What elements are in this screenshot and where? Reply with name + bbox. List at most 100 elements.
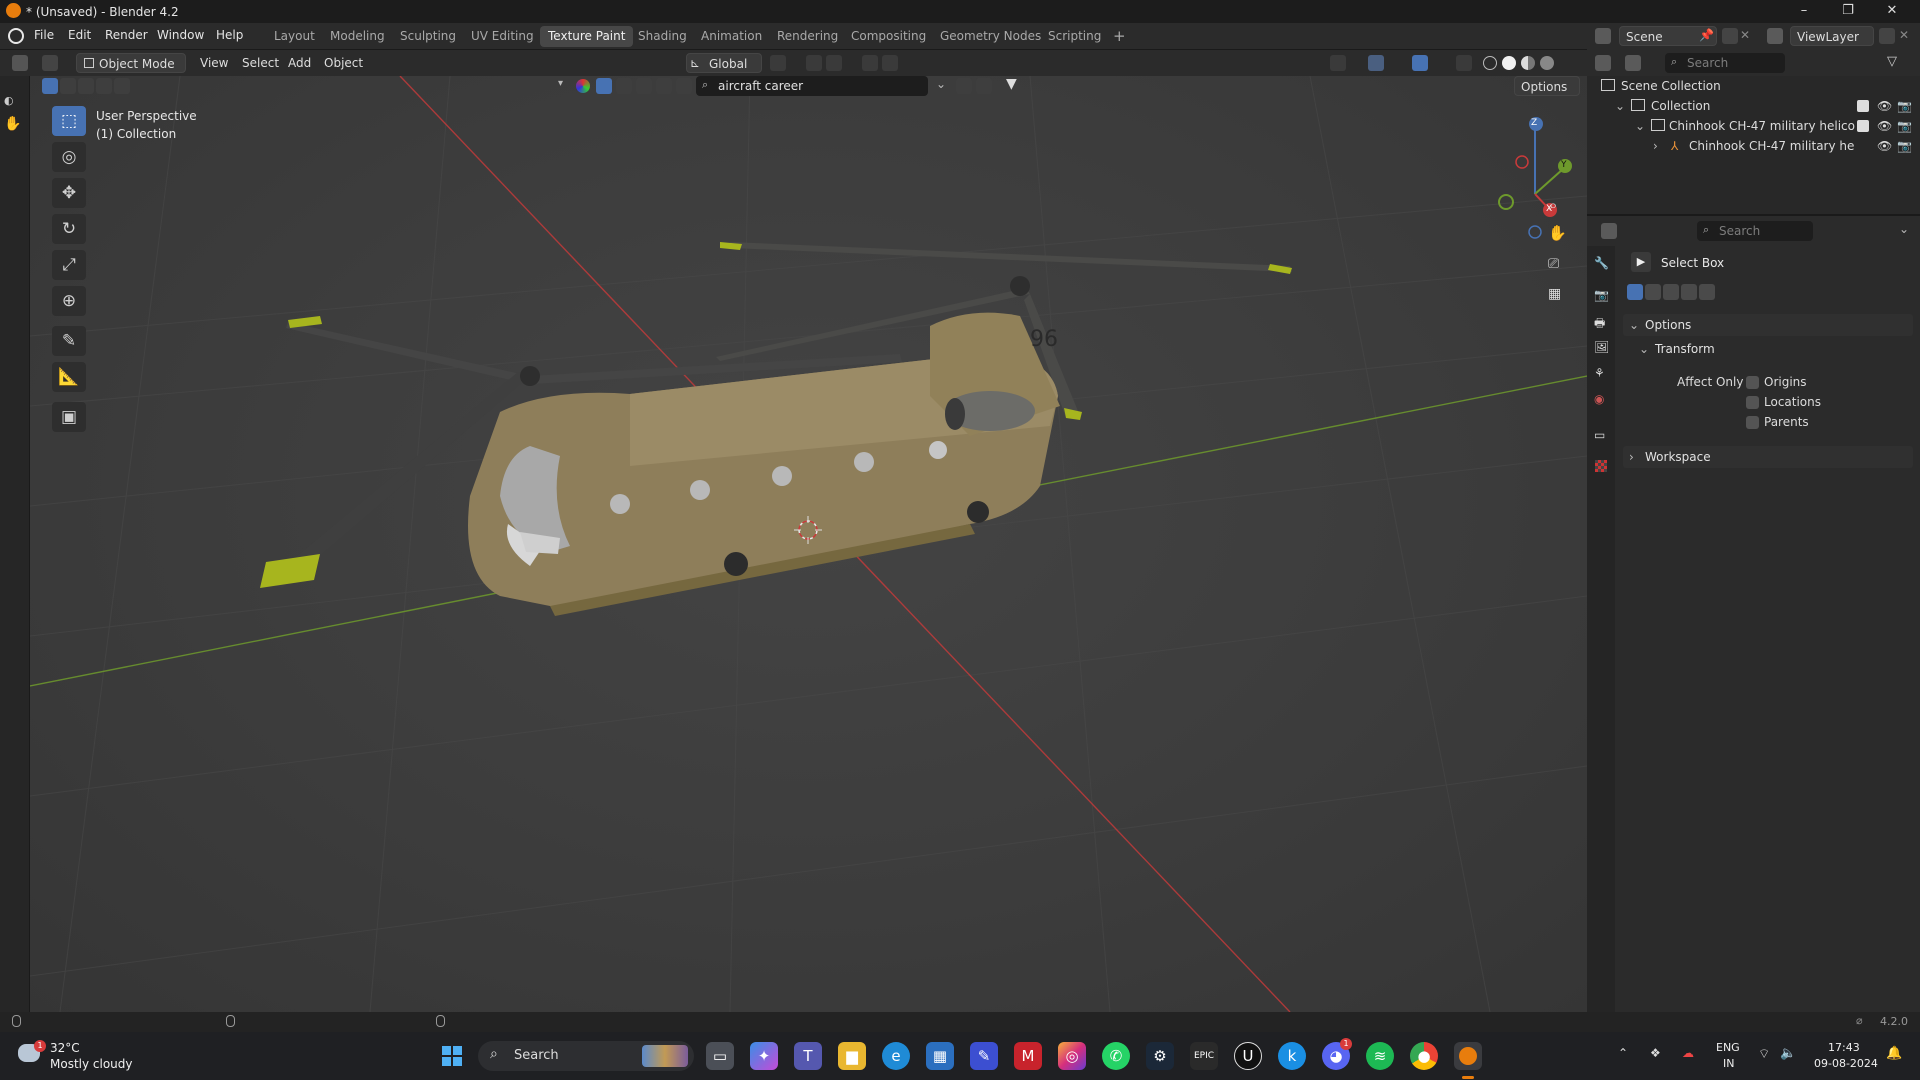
viewlayer-selector[interactable]: ViewLayer [1790,26,1874,46]
select-mode-extend-icon[interactable] [60,78,76,94]
gizmo-toggle-icon[interactable] [1368,55,1384,71]
navigation-gizmo[interactable] [1498,117,1572,239]
snap-icon[interactable] [806,55,822,71]
outliner-row-helicopter-object[interactable]: › ⅄ Chinhook CH-47 military heli [1587,136,1855,156]
tray-chevron-icon[interactable]: ⌃ [1618,1046,1628,1060]
tab-layout[interactable]: Layout [266,26,323,47]
rotate-tool-icon[interactable]: ↻ [52,214,86,244]
filter-type-empty-icon[interactable] [676,78,692,94]
tab-rendering[interactable]: Rendering [769,26,846,47]
tab-shading[interactable]: Shading [630,26,695,47]
select-mode-invert-icon[interactable] [1681,284,1697,300]
outliner-row-scene-collection[interactable]: Scene Collection [1587,76,1920,96]
filter-type-mesh-icon[interactable] [596,78,612,94]
transform-subpanel-header[interactable]: ⌄ Transform [1633,338,1920,360]
eye-icon[interactable]: 👁 [1877,136,1892,156]
outliner-search-input[interactable]: Search [1665,53,1785,73]
tab-texture-paint[interactable]: Texture Paint [540,26,634,47]
menu-edit[interactable]: Edit [68,28,91,42]
filter-type-curve-icon[interactable] [616,78,632,94]
sidebar-toggle-icon[interactable]: ◐ [4,94,14,107]
eye-icon[interactable]: 👁 [1877,116,1892,136]
hand-icon[interactable]: ✋ [4,116,21,132]
wifi-icon[interactable]: ⌔ [1758,1046,1770,1062]
chevron-down-icon[interactable]: ▾ [558,78,563,89]
new-scene-icon[interactable] [1722,28,1738,44]
output-tab-icon[interactable]: 🖶 [1594,314,1605,335]
select-mode-subtract-icon[interactable] [78,78,94,94]
notification-bell-icon[interactable]: 🔔 [1886,1046,1902,1061]
taskbar-search-input[interactable]: ⌕ Search [478,1041,694,1071]
menu-object[interactable]: Object [318,53,369,73]
outliner-row-helicopter-collection[interactable]: ⌄ Chinhook CH-47 military helicop [1587,116,1855,136]
proportional-edit-icon[interactable] [862,55,878,71]
select-mode-new-icon[interactable] [1627,284,1643,300]
menu-view[interactable]: View [194,53,234,73]
camera-icon[interactable]: 📷 [1897,116,1912,136]
rendered-shading-icon[interactable] [1540,56,1554,70]
file-explorer-icon[interactable]: ▆ [838,1042,866,1070]
maximize-button[interactable]: ❐ [1826,0,1870,23]
add-cube-tool-icon[interactable]: ▣ [52,402,86,432]
transform-gizmo-icon[interactable] [42,55,58,71]
collection-tab-icon[interactable]: ▭ [1594,428,1605,442]
edge-icon[interactable]: e [882,1042,910,1070]
delete-viewlayer-icon[interactable]: ✕ [1899,28,1909,42]
dropbox-icon[interactable]: ❖ [1650,1046,1661,1060]
menu-render[interactable]: Render [105,28,148,42]
3d-viewport[interactable]: 96 Z Y X ⌕ ✋ ⎚ ▦ User Perspective (1) Co… [30,76,1587,1012]
menu-help[interactable]: Help [216,28,243,42]
clock-time[interactable]: 17:43 [1828,1041,1860,1054]
tool-tab-icon[interactable]: 🔧 [1594,256,1609,270]
weather-condition[interactable]: Mostly cloudy [50,1057,133,1071]
texture-tab-icon[interactable] [1595,460,1607,472]
camera-icon[interactable]: 📷 [1897,136,1912,156]
editor-type-icon[interactable] [1601,223,1617,239]
onedrive-icon[interactable]: ☁ [1682,1046,1694,1060]
color-wheel-icon[interactable] [576,79,590,93]
menu-file[interactable]: File [34,28,54,42]
windows-start-icon[interactable] [438,1042,466,1070]
options-dropdown[interactable]: Options [1514,76,1580,96]
chevron-right-icon[interactable]: › [1653,136,1658,156]
scale-tool-icon[interactable]: ⤢ [52,250,86,280]
chinook-helicopter-model[interactable] [260,242,1292,616]
copilot-icon[interactable]: ✦ [750,1042,778,1070]
tab-animation[interactable]: Animation [693,26,770,47]
snap-target-icon[interactable] [826,55,842,71]
chevron-down-icon[interactable]: ⌄ [1635,116,1645,136]
object-filter-input[interactable]: aircraft career [696,76,928,96]
editor-type-icon[interactable] [12,55,28,71]
sort-icon[interactable] [976,78,992,94]
k-app-icon[interactable]: k [1278,1042,1306,1070]
overlay-toggle-icon[interactable] [1412,55,1428,71]
steam-icon[interactable]: ⚙ [1146,1042,1174,1070]
material-shading-icon[interactable] [1521,56,1535,70]
view-layer-tab-icon[interactable]: 🖼 [1594,340,1609,354]
volume-icon[interactable]: 🔈 [1780,1046,1796,1061]
chrome-icon[interactable]: ● [1410,1042,1438,1070]
select-mode-intersect-icon[interactable] [1699,284,1715,300]
solid-shading-icon[interactable] [1502,56,1516,70]
teams-icon[interactable]: T [794,1042,822,1070]
origins-checkbox[interactable] [1746,376,1759,389]
menu-select[interactable]: Select [236,53,285,73]
tab-scripting[interactable]: Scripting [1040,26,1109,47]
wireframe-shading-icon[interactable] [1483,56,1497,70]
delete-scene-icon[interactable]: ✕ [1740,28,1750,42]
tab-geometry-nodes[interactable]: Geometry Nodes [932,26,1049,47]
unreal-icon[interactable]: U [1234,1042,1262,1070]
minimize-button[interactable]: – [1782,0,1826,23]
spotify-icon[interactable]: ≋ [1366,1042,1394,1070]
perspective-toggle-icon[interactable]: ▦ [1548,286,1561,302]
mcafee-icon[interactable]: M [1014,1042,1042,1070]
falloff-icon[interactable] [882,55,898,71]
select-mode-new-icon[interactable] [42,78,58,94]
workspace-panel-header[interactable]: › Workspace [1623,446,1913,468]
world-tab-icon[interactable]: ◉ [1594,392,1604,406]
weather-temp[interactable]: 32°C [50,1041,80,1055]
menu-add[interactable]: Add [282,53,317,73]
camera-view-icon[interactable]: ⎚ [1548,256,1559,272]
annotate-tool-icon[interactable]: ✎ [52,326,86,356]
select-mode-intersect-icon[interactable] [114,78,130,94]
